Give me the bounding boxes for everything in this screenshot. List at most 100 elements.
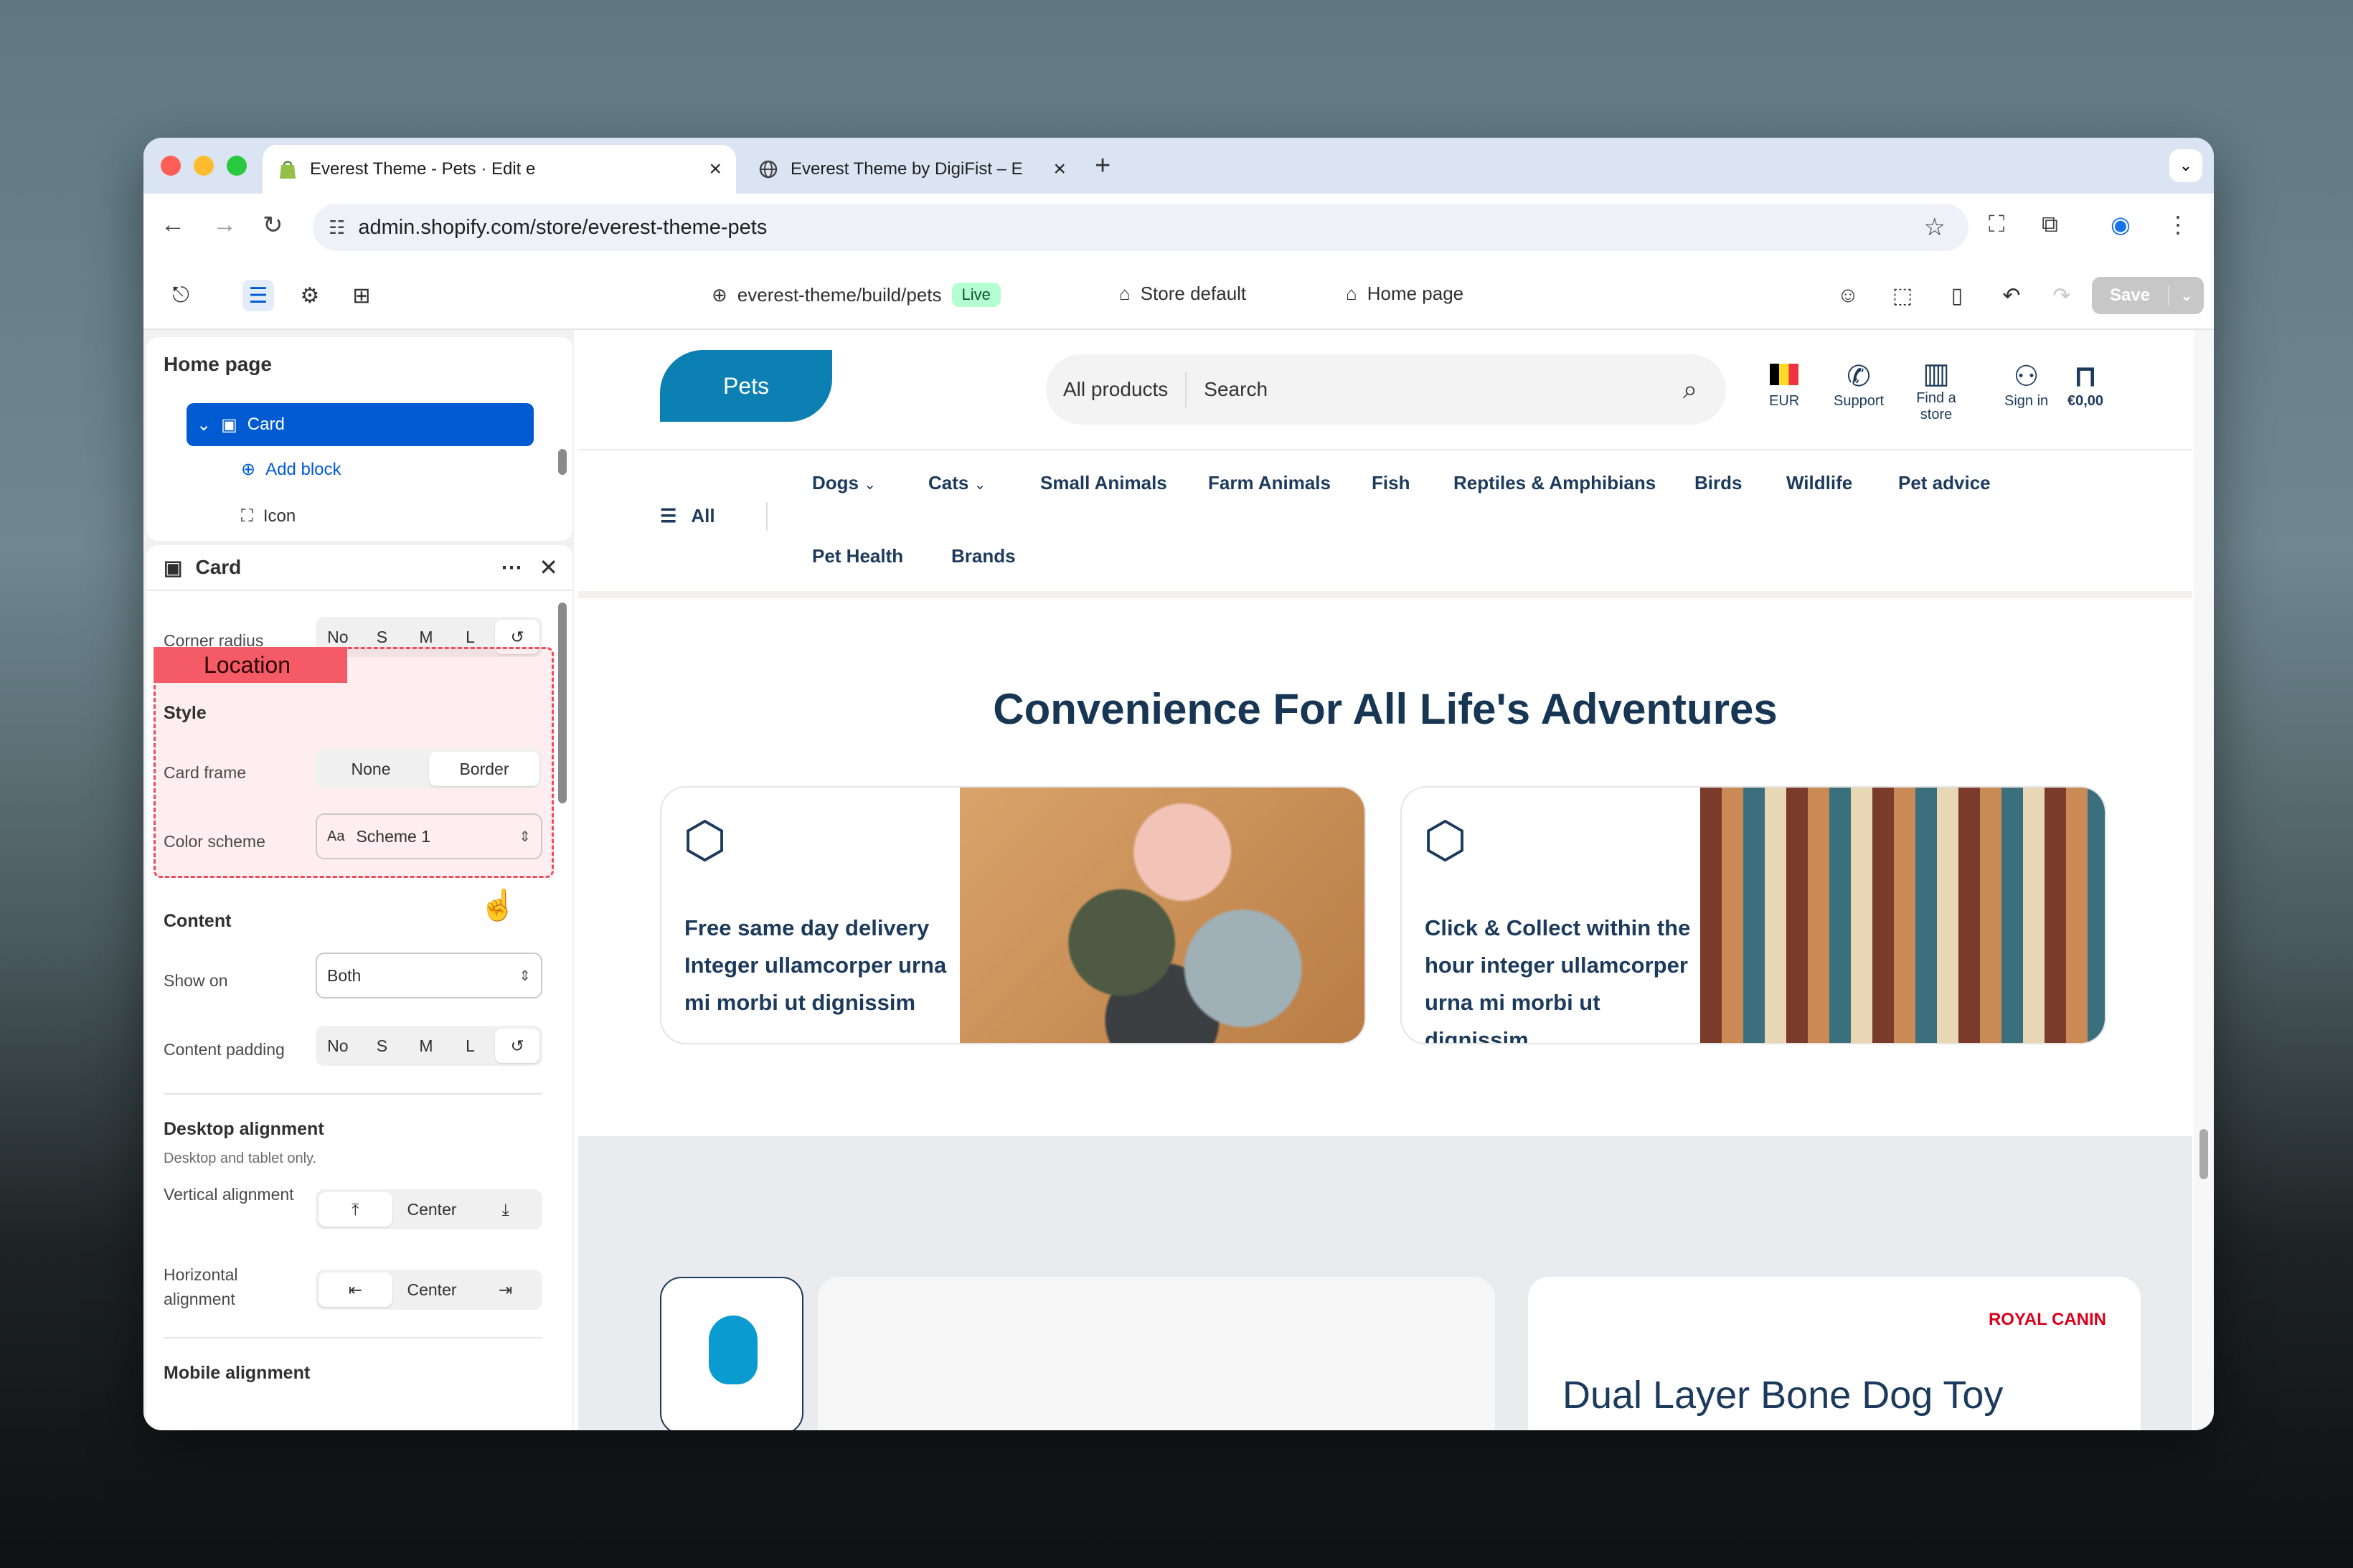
nav-link-pet-advice[interactable]: Pet advice: [1898, 472, 1991, 494]
site-settings-icon[interactable]: ☷: [329, 217, 345, 239]
tree-item-icon[interactable]: ⛶ Icon: [241, 506, 296, 526]
inspector-cursor-icon[interactable]: ⬚: [1887, 280, 1918, 311]
align-top-icon[interactable]: ⤒: [319, 1192, 392, 1227]
store-map-icon: ▥: [1923, 358, 1950, 389]
currency-selector[interactable]: EUR: [1769, 360, 1799, 410]
collapse-chevron-icon[interactable]: ⌄: [197, 415, 211, 435]
feature-card[interactable]: ⬡ Click & Collect within the hour intege…: [1400, 786, 2106, 1044]
tab-close-icon[interactable]: ×: [709, 157, 722, 181]
nav-link-farm-animals[interactable]: Farm Animals: [1208, 472, 1331, 494]
redo-icon[interactable]: ↷: [2046, 280, 2078, 311]
nav-link-pet-health[interactable]: Pet Health: [812, 545, 903, 567]
option-m[interactable]: M: [404, 1036, 448, 1056]
option-l[interactable]: L: [448, 1036, 493, 1056]
page-selector[interactable]: ⌂ Home page: [1346, 283, 1463, 305]
color-scheme-select[interactable]: Aa Scheme 1 ⇕: [316, 813, 542, 859]
store-default-selector[interactable]: ⌂ Store default: [1119, 283, 1246, 305]
align-left-icon[interactable]: ⇤: [319, 1272, 392, 1307]
zoom-window-button[interactable]: [227, 156, 247, 176]
profile-avatar-icon[interactable]: ◉: [2111, 211, 2131, 238]
horizontal-alignment-segmented[interactable]: ⇤ Center ⇥: [316, 1270, 542, 1310]
sections-icon[interactable]: ☰: [242, 280, 274, 311]
address-bar[interactable]: ☷ admin.shopify.com/store/everest-theme-…: [313, 204, 1968, 251]
bookmark-star-icon[interactable]: ☆: [1924, 213, 1946, 242]
theme-selector[interactable]: ⊕ everest-theme/build/pets Live: [712, 283, 1001, 307]
nav-link-brands[interactable]: Brands: [951, 545, 1016, 567]
vertical-alignment-segmented[interactable]: ⤒ Center ⤓: [316, 1189, 542, 1229]
editor-sidebar: Home page ⌄ ▣ Card ⊕ Add block ⛶ Icon ▣ …: [143, 330, 574, 1430]
nav-link-small-animals[interactable]: Small Animals: [1040, 472, 1167, 494]
align-center-option[interactable]: Center: [395, 1280, 469, 1300]
close-window-button[interactable]: [161, 156, 181, 176]
storefront-arcade-image: [1700, 788, 2105, 1043]
ai-sidekick-icon[interactable]: ☺: [1832, 280, 1864, 311]
preview-scroll-thumb[interactable]: [2199, 1129, 2208, 1179]
new-tab-button[interactable]: +: [1095, 151, 1111, 181]
save-button[interactable]: Save ⌄: [2092, 277, 2204, 314]
option-no[interactable]: No: [316, 1036, 360, 1056]
option-no[interactable]: No: [316, 628, 360, 647]
extensions-puzzle-icon[interactable]: ⧉: [2042, 211, 2058, 238]
forward-arrow-icon[interactable]: →: [212, 211, 237, 239]
undo-icon[interactable]: ↶: [1996, 280, 2027, 311]
all-menu-button[interactable]: ☰ All: [660, 505, 715, 527]
product-thumbnail[interactable]: [660, 1277, 803, 1430]
tab-everest-digifist[interactable]: Everest Theme by DigiFist – E ×: [743, 145, 1080, 194]
option-m[interactable]: M: [404, 628, 448, 647]
nav-link-fish[interactable]: Fish: [1372, 472, 1410, 494]
nav-link-birds[interactable]: Birds: [1694, 472, 1742, 494]
align-center-option[interactable]: Center: [395, 1200, 469, 1219]
show-on-select[interactable]: Both ⇕: [316, 953, 542, 998]
screen-capture-icon[interactable]: ⛶: [1989, 211, 2004, 238]
search-input[interactable]: Search: [1187, 378, 1683, 401]
desktop-alignment-heading: Desktop alignment: [164, 1119, 324, 1139]
save-dropdown-chevron-icon[interactable]: ⌄: [2169, 287, 2204, 305]
nav-link-dogs[interactable]: Dogs ⌄: [812, 472, 876, 494]
nav-link-reptiles[interactable]: Reptiles & Amphibians: [1453, 472, 1656, 494]
theme-settings-gear-icon[interactable]: ⚙: [294, 280, 326, 311]
card-frame-segmented[interactable]: None Border: [316, 749, 542, 789]
search-icon[interactable]: ⌕: [1683, 374, 1697, 405]
back-arrow-icon[interactable]: ←: [161, 211, 185, 239]
search-category-select[interactable]: All products: [1046, 372, 1187, 407]
option-s[interactable]: S: [360, 1036, 405, 1056]
reset-icon[interactable]: ↺: [495, 1029, 539, 1063]
cart-link[interactable]: ⊓ €0,00: [2067, 360, 2103, 410]
tab-search-chevron-icon[interactable]: ⌄: [2169, 149, 2202, 182]
tab-everest-editor[interactable]: Everest Theme - Pets · Edit e ×: [263, 145, 736, 194]
preview-scrollbar[interactable]: [2194, 330, 2214, 1430]
tree-item-label: Icon: [263, 506, 296, 526]
store-logo[interactable]: Pets: [660, 350, 832, 422]
apps-grid-icon[interactable]: ⊞: [346, 280, 377, 311]
icon-block-icon: ⛶: [241, 506, 253, 526]
store-search[interactable]: All products Search ⌕: [1046, 354, 1726, 425]
dog-toy-image: [960, 788, 1364, 1043]
structure-scrollbar[interactable]: [558, 449, 567, 475]
exit-icon[interactable]: ⎋: [165, 280, 197, 311]
all-label: All: [691, 505, 715, 526]
browser-menu-icon[interactable]: ⋮: [2166, 211, 2189, 238]
sign-in-link[interactable]: ⚇ Sign in: [2004, 360, 2048, 410]
align-right-icon[interactable]: ⇥: [468, 1280, 542, 1300]
option-s[interactable]: S: [360, 628, 405, 647]
tree-item-card[interactable]: ⌄ ▣ Card: [187, 403, 534, 446]
nav-link-wildlife[interactable]: Wildlife: [1786, 472, 1852, 494]
device-preview-icon[interactable]: ▯: [1941, 280, 1973, 311]
nav-link-cats[interactable]: Cats ⌄: [928, 472, 986, 494]
more-options-icon[interactable]: ⋯: [501, 555, 522, 580]
reload-icon[interactable]: ↻: [263, 211, 283, 240]
support-link[interactable]: ✆ Support: [1834, 360, 1884, 410]
tab-close-icon[interactable]: ×: [1053, 157, 1066, 181]
align-bottom-icon[interactable]: ⤓: [468, 1200, 542, 1219]
option-none[interactable]: None: [316, 760, 426, 779]
feature-card[interactable]: ⬡ Free same day delivery Integer ullamco…: [660, 786, 1366, 1044]
option-border[interactable]: Border: [429, 752, 539, 786]
find-store-link[interactable]: ▥ Find a store: [1911, 357, 1961, 423]
option-l[interactable]: L: [448, 628, 493, 647]
add-block-button[interactable]: ⊕ Add block: [241, 459, 341, 480]
close-icon[interactable]: ✕: [539, 554, 558, 581]
minimize-window-button[interactable]: [194, 156, 214, 176]
content-padding-segmented[interactable]: No S M L ↺: [316, 1026, 542, 1066]
settings-scrollbar[interactable]: [558, 603, 567, 803]
vertical-alignment-label: Vertical alignment: [164, 1185, 294, 1204]
